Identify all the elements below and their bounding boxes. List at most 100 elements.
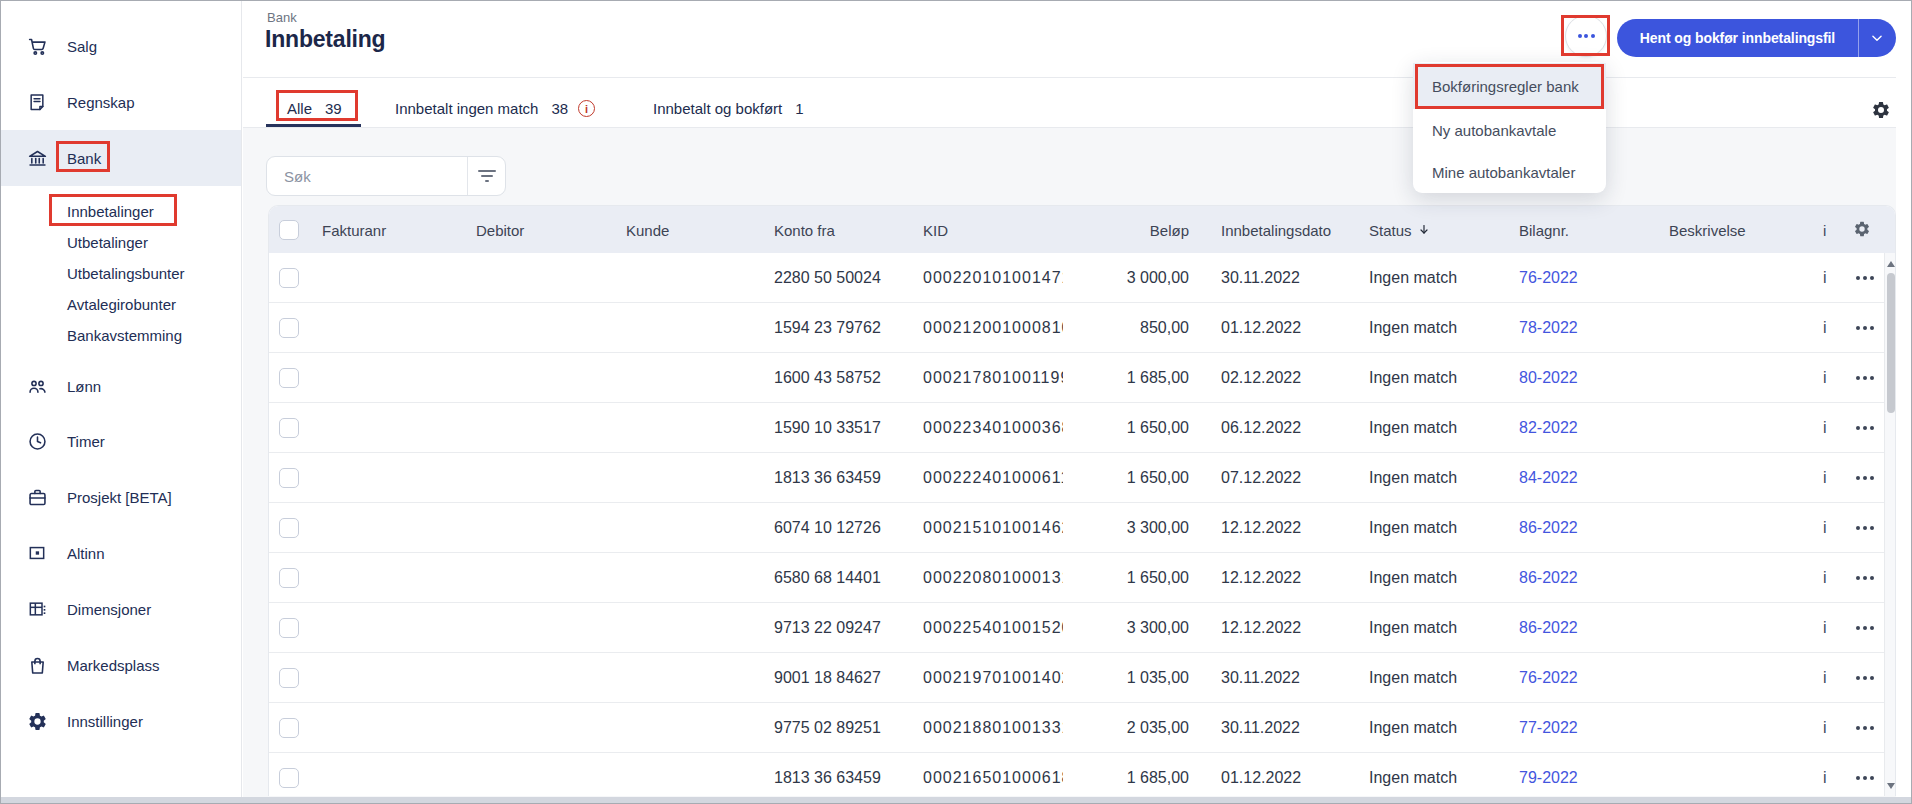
context-menu: Bokføringsregler bankNy autobankavtaleMi…	[1413, 62, 1606, 193]
sidebar-item-briefcase[interactable]: Prosjekt [BETA]	[1, 469, 241, 525]
info-icon[interactable]: i	[578, 100, 595, 117]
row-actions-button[interactable]	[1847, 466, 1883, 490]
altinn-icon	[26, 542, 48, 564]
row-actions-button[interactable]	[1847, 316, 1883, 340]
bilagnr-link[interactable]: 86-2022	[1519, 519, 1578, 537]
tab-innbetalt-ingen-match[interactable]: Innbetalt ingen match 38 i	[395, 90, 595, 127]
table-row: 1813 36 63459 000222401000611 1 650,00 0…	[269, 453, 1895, 503]
briefcase-icon	[26, 486, 48, 508]
bilagnr-link[interactable]: 79-2022	[1519, 769, 1578, 787]
col-innbetalingsdato[interactable]: Innbetalingsdato	[1221, 221, 1331, 238]
table-row: 6580 68 14401 000220801000131 1 650,00 1…	[269, 553, 1895, 603]
table-row: 6074 10 12726 000215101001462 3 300,00 1…	[269, 503, 1895, 553]
payments-table: Fakturanr Debitor Kunde Konto fra KID Be…	[268, 205, 1896, 796]
col-status[interactable]: Status	[1369, 221, 1430, 238]
col-debitor[interactable]: Debitor	[476, 221, 524, 238]
sidebar-item-people[interactable]: Lønn	[1, 358, 241, 414]
row-checkbox[interactable]	[279, 768, 299, 788]
sidebar-subitem-innbetalinger[interactable]: Innbetalinger	[1, 195, 241, 226]
breadcrumb[interactable]: Bank	[267, 10, 297, 25]
bilagnr-link[interactable]: 77-2022	[1519, 719, 1578, 737]
table-row: 9001 18 84627 000219701001402 1 035,00 3…	[269, 653, 1895, 703]
row-actions-button[interactable]	[1847, 666, 1883, 690]
row-actions-button[interactable]	[1847, 366, 1883, 390]
row-checkbox[interactable]	[279, 568, 299, 588]
row-actions-button[interactable]	[1847, 266, 1883, 290]
cart-icon	[26, 35, 48, 57]
status-text: Ingen match	[1369, 669, 1457, 687]
row-checkbox[interactable]	[279, 368, 299, 388]
page: SalgRegnskapBankLønnTimerProsjekt [BETA]…	[0, 0, 1912, 804]
row-actions-button[interactable]	[1847, 566, 1883, 590]
sidebar-item-gear[interactable]: Innstillinger	[1, 693, 241, 749]
more-options-button[interactable]	[1565, 15, 1607, 57]
select-all-checkbox[interactable]	[279, 220, 299, 240]
status-text: Ingen match	[1369, 619, 1457, 637]
sidebar-subitem-bankavstemming[interactable]: Bankavstemming	[1, 319, 241, 350]
bank-icon	[26, 147, 48, 169]
bilagnr-link[interactable]: 86-2022	[1519, 619, 1578, 637]
row-checkbox[interactable]	[279, 268, 299, 288]
col-kid[interactable]: KID	[923, 221, 948, 238]
table-row: 2280 50 50024 000220101001471 3 000,00 3…	[269, 253, 1895, 303]
scroll-thumb[interactable]	[1887, 273, 1895, 413]
search-box[interactable]: Søk	[266, 156, 506, 196]
row-checkbox[interactable]	[279, 618, 299, 638]
row-actions-button[interactable]	[1847, 766, 1883, 790]
row-checkbox[interactable]	[279, 418, 299, 438]
scroll-down-arrow[interactable]	[1887, 783, 1895, 789]
col-fakturanr[interactable]: Fakturanr	[322, 221, 386, 238]
menu-item[interactable]: Bokføringsregler bank	[1413, 63, 1606, 109]
table-row: 9713 22 09247 000225401001520 3 300,00 1…	[269, 603, 1895, 653]
sidebar-subitem-utbetalingsbunter[interactable]: Utbetalingsbunter	[1, 257, 241, 288]
row-actions-button[interactable]	[1847, 516, 1883, 540]
chevron-down-icon[interactable]	[1858, 19, 1896, 57]
sidebar-subitem-avtalegirobunter[interactable]: Avtalegirobunter	[1, 288, 241, 319]
table-scrollbar[interactable]	[1884, 253, 1896, 796]
row-checkbox[interactable]	[279, 468, 299, 488]
bilagnr-link[interactable]: 78-2022	[1519, 319, 1578, 337]
menu-item[interactable]: Mine autobankavtaler	[1413, 152, 1606, 195]
row-actions-button[interactable]	[1847, 616, 1883, 640]
col-konto-fra[interactable]: Konto fra	[774, 221, 835, 238]
sidebar-subitem-utbetalinger[interactable]: Utbetalinger	[1, 226, 241, 257]
status-text: Ingen match	[1369, 469, 1457, 487]
bilagnr-link[interactable]: 86-2022	[1519, 569, 1578, 587]
bilagnr-link[interactable]: 84-2022	[1519, 469, 1578, 487]
row-checkbox[interactable]	[279, 518, 299, 538]
row-checkbox[interactable]	[279, 668, 299, 688]
sidebar-item-bag[interactable]: Markedsplass	[1, 637, 241, 693]
row-actions-button[interactable]	[1847, 416, 1883, 440]
col-bilagnr[interactable]: Bilagnr.	[1519, 221, 1569, 238]
col-beskrivelse[interactable]: Beskrivelse	[1669, 221, 1746, 238]
settings-gear-icon[interactable]	[1871, 100, 1891, 120]
filter-icon[interactable]	[467, 157, 507, 195]
table-row: 1590 10 33517 000223401000368 1 650,00 0…	[269, 403, 1895, 453]
status-text: Ingen match	[1369, 569, 1457, 587]
bilagnr-link[interactable]: 76-2022	[1519, 669, 1578, 687]
scroll-up-arrow[interactable]	[1887, 261, 1895, 267]
menu-item[interactable]: Ny autobankavtale	[1413, 109, 1606, 152]
row-checkbox[interactable]	[279, 318, 299, 338]
bottom-strip	[1, 797, 1911, 803]
primary-button[interactable]: Hent og bokfør innbetalingsfil	[1617, 19, 1896, 57]
table-settings-icon[interactable]	[1853, 220, 1871, 238]
sidebar-item-clock[interactable]: Timer	[1, 413, 241, 469]
col-belop[interactable]: Beløp	[1069, 221, 1189, 238]
sidebar-item-bank[interactable]: Bank	[1, 130, 241, 186]
row-checkbox[interactable]	[279, 718, 299, 738]
sidebar-item-altinn[interactable]: Altinn	[1, 525, 241, 581]
row-actions-button[interactable]	[1847, 716, 1883, 740]
bilagnr-link[interactable]: 82-2022	[1519, 419, 1578, 437]
sidebar-item-cart[interactable]: Salg	[1, 18, 241, 74]
search-placeholder: Søk	[284, 168, 311, 185]
col-kunde[interactable]: Kunde	[626, 221, 669, 238]
bilagnr-link[interactable]: 76-2022	[1519, 269, 1578, 287]
bilagnr-link[interactable]: 80-2022	[1519, 369, 1578, 387]
tab-alle[interactable]: Alle 39	[287, 90, 342, 127]
sidebar-item-grid[interactable]: Dimensjoner	[1, 581, 241, 637]
tab-innbetalt-og-bokfort[interactable]: Innbetalt og bokført 1	[653, 90, 804, 127]
sidebar-item-ledger[interactable]: Regnskap	[1, 74, 241, 130]
bag-icon	[26, 654, 48, 676]
table-row: 1813 36 63459 000216501000618 1 685,00 0…	[269, 753, 1895, 796]
